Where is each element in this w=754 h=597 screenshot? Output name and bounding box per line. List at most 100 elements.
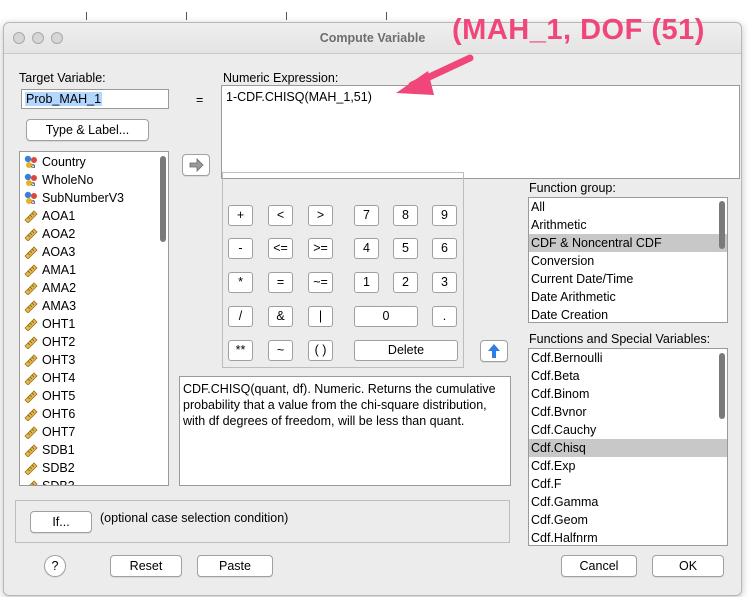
scale-variable-icon [23, 317, 39, 332]
decimal-key[interactable]: . [432, 306, 457, 327]
function-group-list[interactable]: All Arithmetic CDF & Noncentral CDF Convers… [528, 197, 728, 323]
digit-7-key[interactable]: 7 [354, 205, 379, 226]
digit-6-key[interactable]: 6 [432, 238, 457, 259]
function-item[interactable]: Cdf.Chisq [529, 439, 727, 457]
column-divider [386, 12, 387, 20]
function-item[interactable]: Cdf.Bvnor [529, 403, 727, 421]
variable-item[interactable]: AOA2 [20, 225, 168, 243]
numeric-expression-input[interactable]: 1-CDF.CHISQ(MAH_1,51) [221, 85, 740, 179]
scale-variable-icon [23, 389, 39, 404]
function-group-item[interactable]: Conversion [529, 252, 727, 270]
parentheses-key[interactable]: ( ) [308, 340, 333, 361]
less-equal-key[interactable]: <= [268, 238, 293, 259]
not-key[interactable]: ~ [268, 340, 293, 361]
variable-item[interactable]: a SubNumberV3 [20, 189, 168, 207]
divide-key[interactable]: / [228, 306, 253, 327]
variable-item[interactable]: OHT1 [20, 315, 168, 333]
function-item[interactable]: Cdf.Binom [529, 385, 727, 403]
nominal-variable-icon: a [23, 173, 39, 188]
variable-item[interactable]: SDB3 [20, 477, 168, 485]
scale-variable-icon [23, 461, 39, 476]
scale-variable-icon [23, 281, 39, 296]
function-item[interactable]: Cdf.Gamma [529, 493, 727, 511]
function-item[interactable]: Cdf.Halfnrm [529, 529, 727, 545]
numeric-expression-value: 1-CDF.CHISQ(MAH_1,51) [226, 90, 372, 104]
function-item[interactable]: Cdf.Geom [529, 511, 727, 529]
reset-button[interactable]: Reset [110, 555, 182, 577]
paste-button[interactable]: Paste [197, 555, 273, 577]
ok-button[interactable]: OK [652, 555, 724, 577]
greater-equal-key[interactable]: >= [308, 238, 333, 259]
multiply-key[interactable]: * [228, 272, 253, 293]
variable-item[interactable]: AMA3 [20, 297, 168, 315]
function-item[interactable]: Cdf.F [529, 475, 727, 493]
digit-0-key[interactable]: 0 [354, 306, 418, 327]
or-key[interactable]: | [308, 306, 333, 327]
variable-item[interactable]: AOA3 [20, 243, 168, 261]
variable-name: OHT6 [42, 407, 76, 421]
delete-key[interactable]: Delete [354, 340, 458, 361]
scale-variable-icon [23, 335, 39, 350]
digit-8-key[interactable]: 8 [393, 205, 418, 226]
variable-item[interactable]: OHT4 [20, 369, 168, 387]
function-group-item[interactable]: CDF & Noncentral CDF [529, 234, 727, 252]
variable-item[interactable]: OHT2 [20, 333, 168, 351]
variable-item[interactable]: AMA1 [20, 261, 168, 279]
function-item[interactable]: Cdf.Bernoulli [529, 349, 727, 367]
variable-item[interactable]: OHT6 [20, 405, 168, 423]
power-key[interactable]: ** [228, 340, 253, 361]
digit-9-key[interactable]: 9 [432, 205, 457, 226]
variable-item[interactable]: a WholeNo [20, 171, 168, 189]
greater-than-key[interactable]: > [308, 205, 333, 226]
column-divider [286, 12, 287, 20]
digit-4-key[interactable]: 4 [354, 238, 379, 259]
variable-item[interactable]: AMA2 [20, 279, 168, 297]
type-label-button[interactable]: Type & Label... [26, 119, 149, 141]
function-group-item[interactable]: Current Date/Time [529, 270, 727, 288]
function-item[interactable]: Cdf.Exp [529, 457, 727, 475]
cancel-button[interactable]: Cancel [561, 555, 637, 577]
function-group-scrollbar[interactable] [719, 201, 725, 249]
variable-name: OHT5 [42, 389, 76, 403]
scale-variable-icon [23, 371, 39, 386]
move-variable-button[interactable] [182, 154, 210, 176]
digit-1-key[interactable]: 1 [354, 272, 379, 293]
digit-2-key[interactable]: 2 [393, 272, 418, 293]
variable-item[interactable]: SDB1 [20, 441, 168, 459]
variables-scrollbar[interactable] [160, 156, 166, 242]
help-button[interactable]: ? [44, 555, 66, 577]
equals-key[interactable]: = [268, 272, 293, 293]
function-group-item[interactable]: Date Creation [529, 306, 727, 322]
target-variable-input[interactable]: Prob_MAH_1 [21, 89, 169, 109]
variable-item[interactable]: SDB2 [20, 459, 168, 477]
function-item[interactable]: Cdf.Cauchy [529, 421, 727, 439]
digit-3-key[interactable]: 3 [432, 272, 457, 293]
equals-sign: = [196, 93, 204, 107]
function-group-item[interactable]: Date Arithmetic [529, 288, 727, 306]
and-key[interactable]: & [268, 306, 293, 327]
variable-item[interactable]: OHT5 [20, 387, 168, 405]
functions-list[interactable]: Cdf.Bernoulli Cdf.Beta Cdf.Binom Cdf.Bvnor C… [528, 348, 728, 546]
annotation-text: (MAH_1, DOF (51) [452, 14, 705, 46]
insert-function-button[interactable] [480, 340, 508, 362]
variable-item[interactable]: AOA1 [20, 207, 168, 225]
if-button[interactable]: If... [30, 511, 92, 533]
function-group-item[interactable]: All [529, 198, 727, 216]
scale-variable-icon [23, 263, 39, 278]
variables-list[interactable]: a Country a WholeNo a SubNumberV3 AOA1 AOA2 AOA3… [19, 151, 169, 486]
function-group-item[interactable]: Arithmetic [529, 216, 727, 234]
minus-key[interactable]: - [228, 238, 253, 259]
function-description: CDF.CHISQ(quant, df). Numeric. Returns t… [179, 376, 511, 486]
variable-item[interactable]: a Country [20, 153, 168, 171]
variable-item[interactable]: OHT7 [20, 423, 168, 441]
variable-item[interactable]: OHT3 [20, 351, 168, 369]
less-than-key[interactable]: < [268, 205, 293, 226]
digit-5-key[interactable]: 5 [393, 238, 418, 259]
plus-key[interactable]: + [228, 205, 253, 226]
not-equal-key[interactable]: ~= [308, 272, 333, 293]
function-item[interactable]: Cdf.Beta [529, 367, 727, 385]
variable-name: OHT1 [42, 317, 76, 331]
functions-scrollbar[interactable] [719, 353, 725, 419]
variable-name: SubNumberV3 [42, 191, 124, 205]
variable-name: OHT7 [42, 425, 76, 439]
